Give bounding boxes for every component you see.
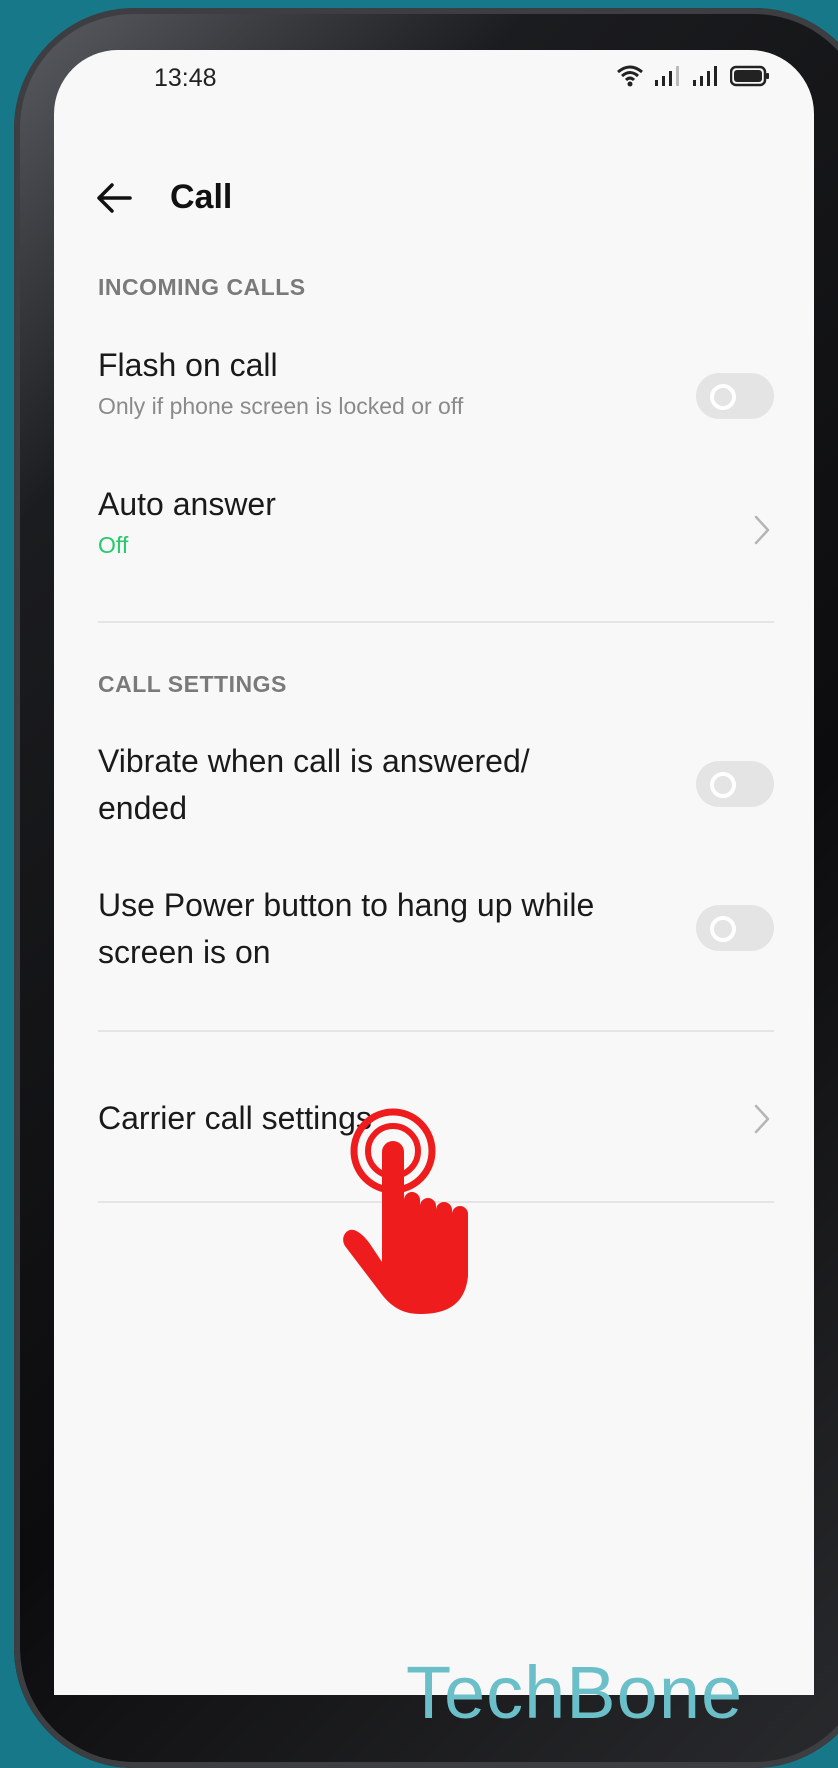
flash-on-call-label: Flash on call <box>98 347 278 383</box>
vibrate-label-line1: Vibrate when call is answered/ <box>98 743 530 779</box>
section-header-incoming-calls: INCOMING CALLS <box>98 274 306 300</box>
app-bar: Call <box>54 160 814 240</box>
battery-icon <box>730 65 769 87</box>
phone-screen: 13:48 Call INCOMING CALLS Flash on call … <box>54 50 814 1695</box>
vibrate-toggle[interactable] <box>696 761 774 807</box>
chevron-right-icon <box>754 515 770 545</box>
section-header-call-settings: CALL SETTINGS <box>98 671 287 697</box>
tap-hand-icon <box>343 1108 468 1314</box>
status-icons <box>616 64 770 88</box>
signal-icon <box>693 66 717 86</box>
status-bar: 13:48 <box>54 50 814 110</box>
page-title: Call <box>170 178 233 216</box>
flash-on-call-row[interactable]: Flash on call Only if phone screen is lo… <box>98 342 774 420</box>
auto-answer-label: Auto answer <box>98 486 276 522</box>
vibrate-row[interactable]: Vibrate when call is answered/ ended <box>98 738 774 832</box>
auto-answer-status: Off <box>98 532 129 558</box>
power-button-label-line2: screen is on <box>98 934 271 970</box>
wifi-icon <box>617 65 643 87</box>
divider <box>98 1030 774 1032</box>
watermark: TechBone <box>406 1651 744 1734</box>
signal-icon <box>655 66 679 86</box>
flash-on-call-toggle[interactable] <box>696 373 774 419</box>
auto-answer-row[interactable]: Auto answer Off <box>98 481 774 559</box>
divider <box>98 621 774 623</box>
power-button-label-line1: Use Power button to hang up while <box>98 887 595 923</box>
flash-on-call-subtitle: Only if phone screen is locked or off <box>98 393 464 419</box>
status-time: 13:48 <box>154 64 217 92</box>
chevron-right-icon <box>754 1104 770 1134</box>
vibrate-label-line2: ended <box>98 790 187 826</box>
power-button-toggle[interactable] <box>696 905 774 951</box>
power-button-row[interactable]: Use Power button to hang up while screen… <box>98 882 774 976</box>
back-arrow-icon[interactable] <box>90 174 138 222</box>
